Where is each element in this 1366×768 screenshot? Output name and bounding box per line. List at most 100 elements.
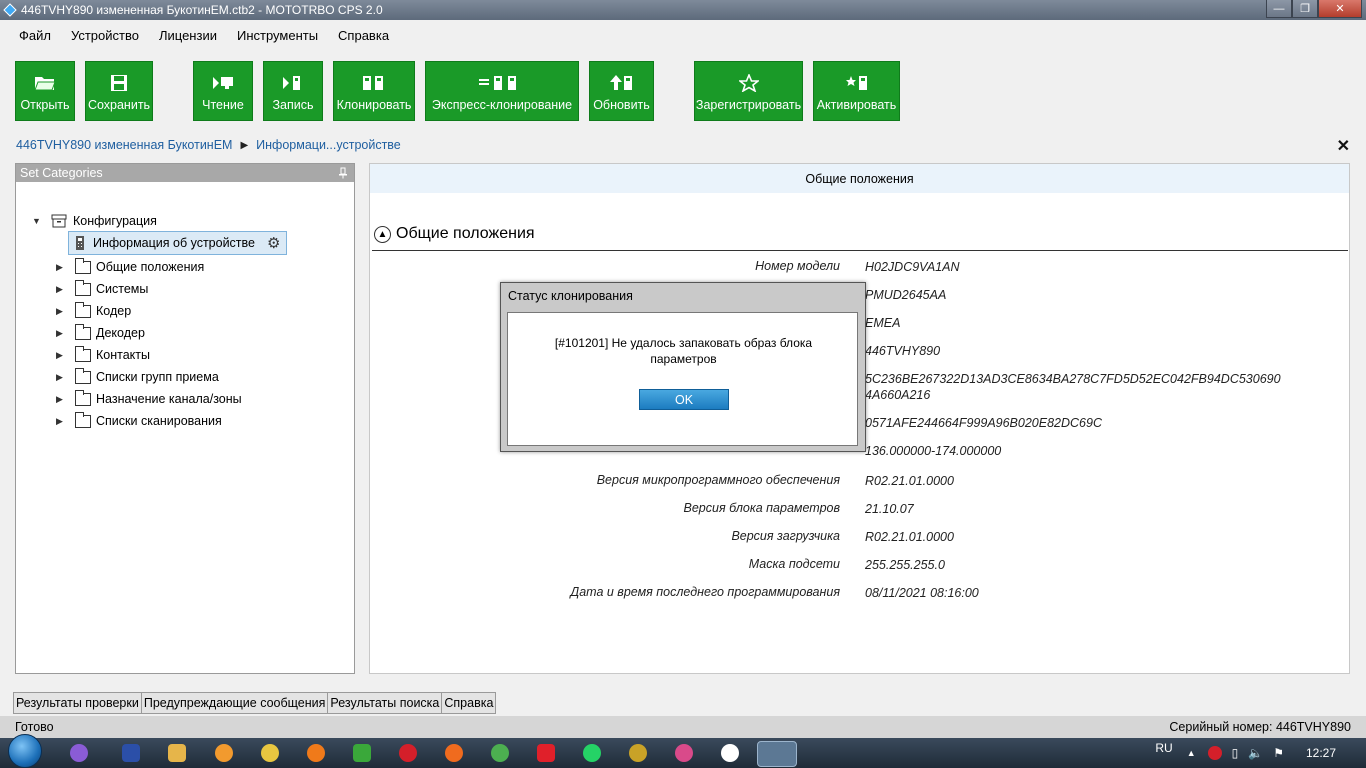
register-button[interactable]: Зарегистрировать (694, 61, 803, 121)
tab-help[interactable]: Справка (441, 692, 497, 714)
express-clone-icon (479, 76, 516, 90)
document-icon[interactable] (122, 744, 140, 762)
eye-app-icon[interactable] (629, 744, 647, 762)
network-icon[interactable]: ▯ (1232, 746, 1239, 760)
breadcrumb-current[interactable]: Информаци...устройстве (256, 138, 401, 152)
breadcrumb-root[interactable]: 446TVHY890 измененная БукотинЕМ (16, 138, 232, 152)
app-purple-icon[interactable] (70, 744, 88, 762)
expand-arrow-icon[interactable]: ▶ (56, 306, 66, 317)
close-button[interactable]: ✕ (1318, 0, 1362, 18)
folder-icon (75, 279, 91, 296)
tree-item-contacts[interactable]: ▶ Контакты (56, 344, 150, 366)
update-icon (609, 75, 632, 90)
expand-arrow-icon[interactable]: ▶ (56, 394, 66, 405)
flag-icon[interactable]: ⚑ (1273, 746, 1284, 760)
clone-status-dialog: Статус клонирования [#101201] Не удалось… (500, 282, 866, 452)
collapse-section-icon[interactable]: ▲ (374, 225, 391, 243)
tab-check-results[interactable]: Результаты проверки (13, 692, 142, 714)
tray-expand-icon[interactable]: ▲ (1187, 748, 1196, 758)
dialog-title: Статус клонирования (508, 288, 633, 303)
app-swirl-icon[interactable] (307, 744, 325, 762)
tree-item-systems[interactable]: ▶ Системы (56, 278, 148, 300)
open-button[interactable]: Открыть (15, 61, 75, 121)
tab-search-results[interactable]: Результаты поиска (327, 692, 443, 714)
section-divider (372, 250, 1348, 251)
serial-number: Серийный номер: 446TVHY890 (1169, 720, 1351, 734)
app-orange-icon[interactable] (215, 744, 233, 762)
folder-open-icon (34, 77, 56, 91)
read-icon (213, 77, 233, 89)
yandex-browser-icon[interactable] (721, 744, 739, 762)
expand-arrow-icon[interactable]: ▶ (56, 328, 66, 339)
menu-file[interactable]: Файл (19, 28, 51, 43)
folder-icon (75, 345, 91, 362)
tree-item-rx-groups[interactable]: ▶ Списки групп приема (56, 366, 219, 388)
write-button[interactable]: Запись (263, 61, 323, 121)
details-header: Общие положения (370, 164, 1349, 193)
title-bar: 446TVHY890 измененная БукотинЕМ.ctb2 - M… (0, 0, 1366, 20)
clone-icon (363, 76, 383, 90)
volume-icon[interactable]: 🔈 (1248, 746, 1263, 760)
opera-icon[interactable] (399, 744, 417, 762)
chrome-icon[interactable] (491, 744, 509, 762)
explorer-icon[interactable] (168, 744, 186, 762)
minimize-button[interactable]: — (1266, 0, 1292, 18)
section-title: ▲ Общие положения (374, 225, 535, 243)
mototrbo-taskbar-icon[interactable] (757, 741, 797, 767)
dialog-body: [#101201] Не удалось запаковать образ бл… (507, 312, 858, 446)
tree-item-device-info[interactable]: Информация об устройстве ⚙ (68, 231, 288, 255)
clock[interactable]: 12:27 (1306, 746, 1336, 760)
start-button[interactable] (8, 734, 42, 768)
tree-item-channels[interactable]: ▶ Назначение канала/зоны (56, 388, 242, 410)
folder-icon (75, 257, 91, 274)
star-icon (738, 74, 759, 92)
yandex-icon[interactable] (537, 744, 555, 762)
read-button[interactable]: Чтение (193, 61, 253, 121)
write-icon (283, 76, 300, 90)
expand-arrow-icon[interactable]: ▶ (56, 284, 66, 295)
tree-item-label: Информация об устройстве (93, 236, 255, 250)
expand-arrow-icon[interactable]: ▶ (56, 262, 66, 273)
radio-device-icon (76, 236, 84, 250)
expand-arrow-icon[interactable]: ▶ (56, 416, 66, 427)
activate-button[interactable]: Активировать (813, 61, 900, 121)
dialog-message: [#101201] Не удалось запаковать образ бл… (554, 336, 813, 366)
colorful-app-icon[interactable] (675, 744, 693, 762)
menu-tools[interactable]: Инструменты (237, 28, 318, 43)
folder-icon (75, 301, 91, 318)
tree-item-general[interactable]: ▶ Общие положения (56, 256, 204, 278)
window-title: 446TVHY890 измененная БукотинЕМ.ctb2 - M… (21, 3, 383, 17)
whatsapp-icon[interactable] (583, 744, 601, 762)
update-button[interactable]: Обновить (589, 61, 654, 121)
ok-button[interactable]: OK (639, 389, 729, 410)
expand-arrow-icon[interactable]: ▶ (56, 372, 66, 383)
breadcrumb: 446TVHY890 измененная БукотинЕМ ▶ Информ… (16, 138, 401, 152)
gear-icon[interactable]: ⚙ (267, 234, 280, 252)
menu-licenses[interactable]: Лицензии (159, 28, 217, 43)
torrent-icon[interactable] (353, 744, 371, 762)
menu-device[interactable]: Устройство (71, 28, 139, 43)
tab-warnings[interactable]: Предупреждающие сообщения (140, 692, 329, 714)
status-text: Готово (15, 720, 54, 734)
close-tab-icon[interactable]: ✕ (1337, 136, 1350, 156)
tree-item-configuration[interactable]: ▼ Конфигурация (32, 210, 157, 232)
media-player-icon[interactable] (261, 744, 279, 762)
tray-app-icon[interactable] (1207, 746, 1222, 760)
clone-button[interactable]: Клонировать (333, 61, 415, 121)
language-indicator[interactable]: RU (1155, 741, 1172, 755)
expand-arrow-icon[interactable]: ▶ (56, 350, 66, 361)
panel-header: Set Categories (16, 164, 354, 182)
firefox-icon[interactable] (445, 744, 463, 762)
categories-panel: Set Categories ▼ Конфигурация Информация… (15, 163, 355, 674)
tree-item-scan-lists[interactable]: ▶ Списки сканирования (56, 410, 222, 432)
archive-icon (51, 214, 67, 228)
tree-item-decoder[interactable]: ▶ Декодер (56, 322, 145, 344)
menu-help[interactable]: Справка (338, 28, 389, 43)
save-button[interactable]: Сохранить (85, 61, 153, 121)
tree-item-encoder[interactable]: ▶ Кодер (56, 300, 131, 322)
pin-icon[interactable] (338, 167, 348, 179)
express-clone-button[interactable]: Экспресс-клонирование (425, 61, 579, 121)
tree-item-label: Конфигурация (73, 214, 157, 228)
maximize-button[interactable]: ❐ (1292, 0, 1318, 18)
collapse-arrow-icon[interactable]: ▼ (32, 216, 42, 226)
